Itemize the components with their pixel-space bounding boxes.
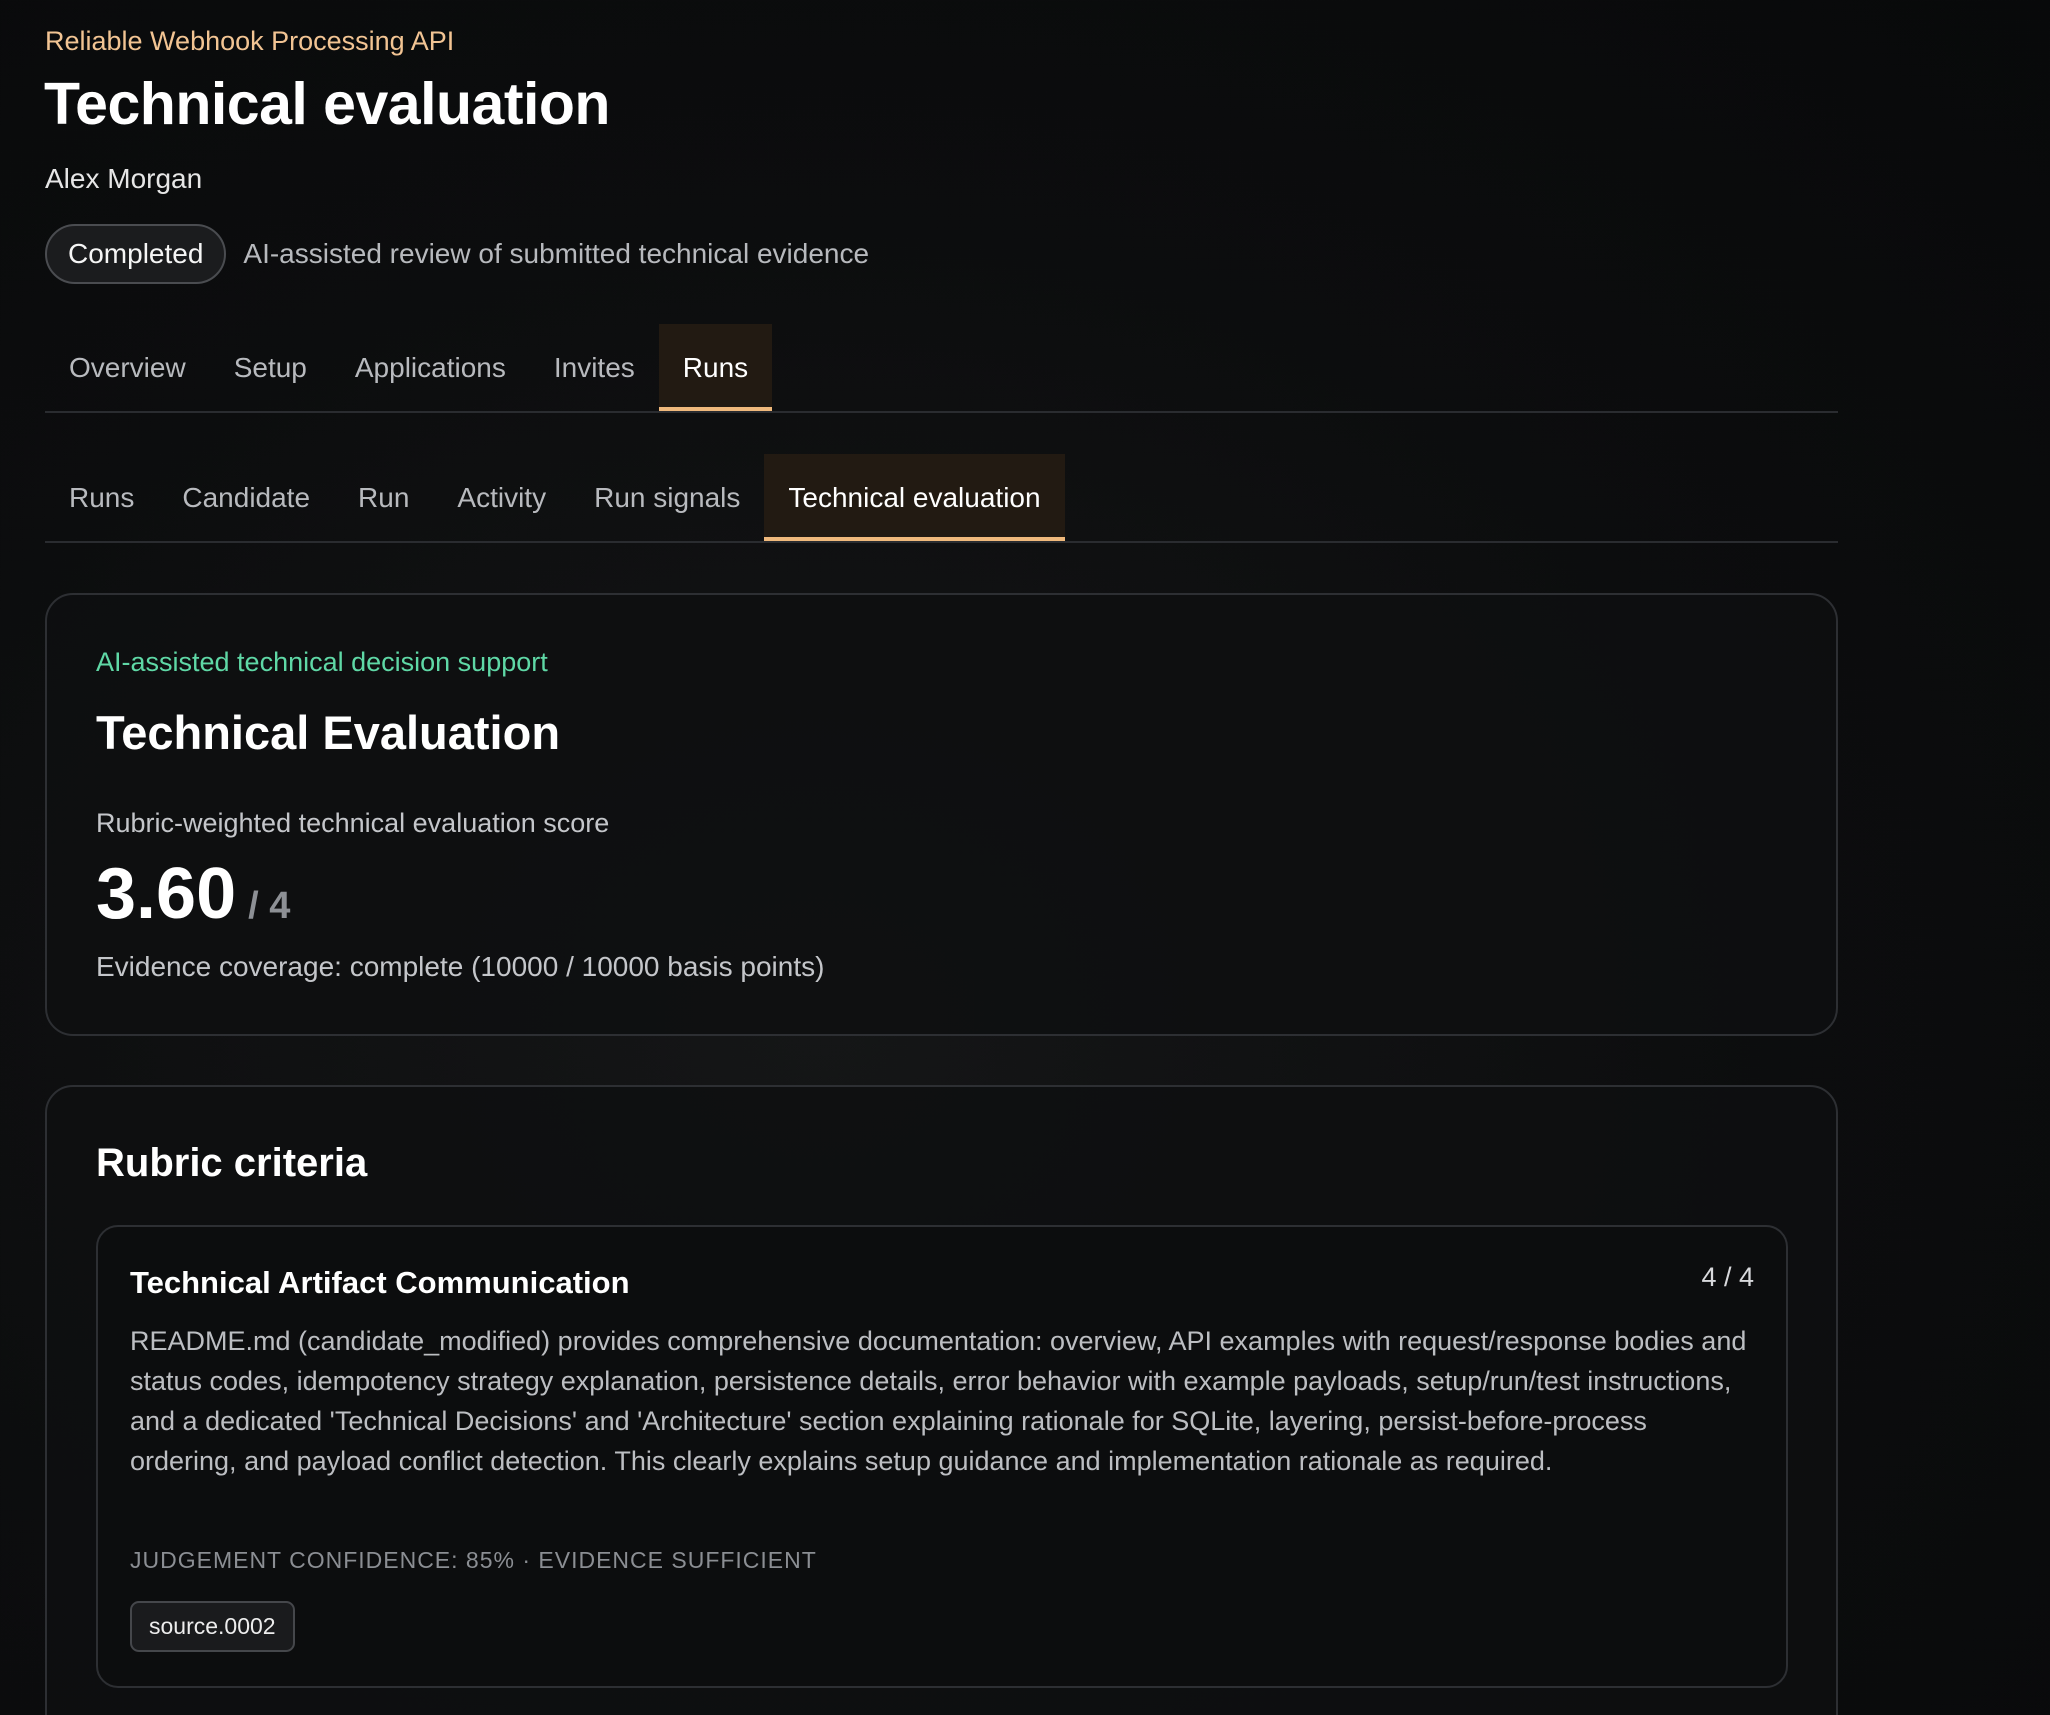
rubric-criterion: Technical Artifact Communication 4 / 4 R… (96, 1225, 1788, 1688)
subtab-runs[interactable]: Runs (45, 454, 158, 541)
tab-setup[interactable]: Setup (210, 324, 331, 411)
criterion-score: 4 / 4 (1701, 1262, 1754, 1292)
subtab-activity[interactable]: Activity (433, 454, 570, 541)
score-value-row: 3.60 / 4 (96, 853, 290, 935)
subtab-candidate[interactable]: Candidate (158, 454, 334, 541)
page-title: Technical evaluation (44, 71, 610, 137)
secondary-tabs: Runs Candidate Run Activity Run signals … (45, 454, 1838, 543)
page: Reliable Webhook Processing API Technica… (0, 0, 2050, 1715)
score-label: Rubric-weighted technical evaluation sco… (96, 808, 610, 838)
candidate-name: Alex Morgan (45, 163, 203, 194)
criterion-rationale: README.md (candidate_modified) provides … (130, 1326, 1747, 1476)
status-row: Completed AI-assisted review of submitte… (45, 224, 869, 284)
tab-overview[interactable]: Overview (45, 324, 210, 411)
status-description: AI-assisted review of submitted technica… (243, 238, 870, 269)
evaluation-eyebrow: AI-assisted technical decision support (96, 647, 548, 677)
rubric-card: Rubric criteria Technical Artifact Commu… (45, 1085, 1838, 1715)
tab-runs[interactable]: Runs (658, 324, 773, 411)
score-value: 3.60 (96, 854, 237, 934)
criterion-name: Technical Artifact Communication (130, 1265, 630, 1300)
tab-invites[interactable]: Invites (530, 324, 659, 411)
source-chip[interactable]: source.0002 (130, 1601, 295, 1652)
subtab-technical-evaluation[interactable]: Technical evaluation (764, 454, 1065, 541)
project-name: Reliable Webhook Processing API (45, 26, 455, 56)
tab-applications[interactable]: Applications (331, 324, 530, 411)
criterion-confidence: JUDGEMENT CONFIDENCE: 85% · EVIDENCE SUF… (130, 1547, 817, 1573)
primary-tabs: Overview Setup Applications Invites Runs (45, 324, 1838, 413)
subtab-run[interactable]: Run (334, 454, 433, 541)
subtab-run-signals[interactable]: Run signals (570, 454, 764, 541)
rubric-title: Rubric criteria (96, 1141, 368, 1185)
status-badge: Completed (45, 224, 227, 284)
evidence-coverage: Evidence coverage: complete (10000 / 100… (96, 951, 825, 982)
evaluation-title: Technical Evaluation (96, 706, 561, 759)
evaluation-score-card: AI-assisted technical decision support T… (45, 593, 1838, 1036)
score-max: / 4 (248, 885, 291, 927)
